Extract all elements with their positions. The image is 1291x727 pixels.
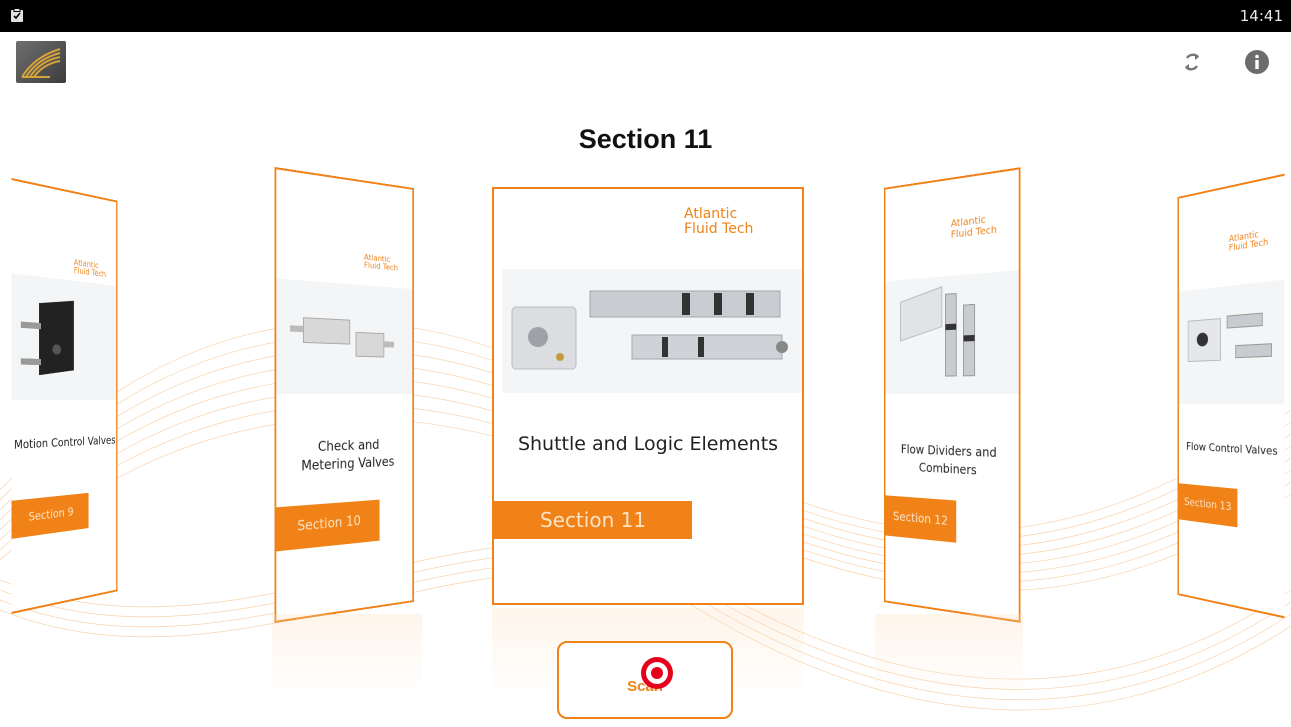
card-product-image <box>11 273 117 400</box>
status-time: 14:41 <box>1240 7 1283 25</box>
card-brand: Atlantic Fluid Tech <box>951 214 997 241</box>
card-brand: Atlantic Fluid Tech <box>364 254 398 274</box>
card-title: Flow Dividers and Combiners <box>895 440 1003 481</box>
card-brand-line: Fluid Tech <box>364 261 398 273</box>
catalog-card-section-11[interactable]: Atlantic Fluid Tech Shuttle and Logic El… <box>492 187 804 605</box>
card-section-label: Section 11 <box>494 501 692 539</box>
card-reflection <box>875 614 1023 694</box>
card-section-label: Section 12 <box>885 495 956 542</box>
card-section-label: Section 9 <box>11 493 88 539</box>
sync-icon <box>1177 47 1207 77</box>
clipboard-check-icon <box>10 8 24 22</box>
card-brand-line: Fluid Tech <box>684 221 753 237</box>
atlantic-fluid-tech-logo <box>16 41 66 83</box>
card-product-image <box>502 269 804 393</box>
card-product-image <box>276 278 414 394</box>
tap-indicator <box>641 657 673 689</box>
card-title: Flow Control Valves <box>1182 440 1283 459</box>
card-section-label: Section 10 <box>276 500 379 552</box>
catalog-card-section-10[interactable]: Atlantic Fluid Tech Check and Metering V… <box>274 167 414 623</box>
catalog-card-section-12[interactable]: Atlantic Fluid Tech Flow Dividers and Co… <box>884 167 1021 623</box>
info-icon <box>1242 47 1272 77</box>
catalog-card-section-13[interactable]: Atlantic Fluid Tech Flow Control Valves … <box>1177 174 1284 619</box>
page-title: Section 11 <box>0 124 1291 155</box>
card-brand: Atlantic Fluid Tech <box>684 207 753 236</box>
card-section-label: Section 13 <box>1179 483 1238 527</box>
card-brand: Atlantic Fluid Tech <box>1229 229 1268 254</box>
card-brand: Atlantic Fluid Tech <box>74 259 106 280</box>
card-brand-line: Atlantic <box>684 206 737 222</box>
card-title: Motion Control Valves <box>11 434 117 452</box>
card-title: Check and Metering Valves <box>296 436 399 477</box>
card-reflection <box>272 614 422 694</box>
card-product-image <box>1179 279 1285 404</box>
card-brand-line: Fluid Tech <box>74 266 106 279</box>
status-bar: 14:41 <box>0 0 1291 32</box>
app-logo[interactable] <box>16 41 66 83</box>
info-button[interactable] <box>1242 47 1272 77</box>
sync-button[interactable] <box>1177 47 1207 77</box>
card-product-image <box>885 270 1020 394</box>
card-title: Shuttle and Logic Elements <box>494 433 802 455</box>
catalog-card-section-9[interactable]: Atlantic Fluid Tech Motion Control Valve… <box>11 178 117 614</box>
